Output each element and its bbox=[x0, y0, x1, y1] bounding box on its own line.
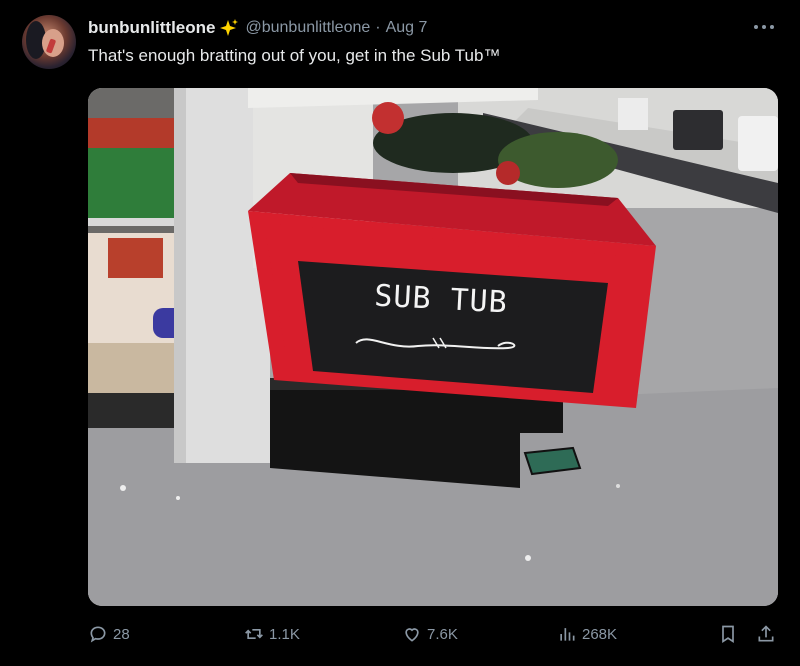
reply-count: 28 bbox=[113, 625, 130, 643]
user-handle[interactable]: @bunbunlittleone bbox=[245, 19, 370, 37]
views-count: 268K bbox=[582, 625, 618, 643]
action-bar: 28 1.1K 7.6K 268K bbox=[0, 620, 800, 650]
views-icon bbox=[560, 628, 575, 641]
repost-icon bbox=[245, 629, 263, 639]
post-text: That's enough bratting out of you, get i… bbox=[88, 46, 501, 65]
separator: · bbox=[375, 19, 381, 36]
sparkle-icon bbox=[220, 19, 239, 36]
reply-button[interactable]: 28 bbox=[88, 624, 130, 644]
bookmark-button[interactable] bbox=[718, 624, 738, 649]
share-icon bbox=[758, 625, 774, 642]
repost-button[interactable]: 1.1K bbox=[244, 624, 300, 644]
reply-icon bbox=[90, 626, 106, 643]
avatar[interactable] bbox=[22, 15, 76, 69]
share-button[interactable] bbox=[756, 624, 776, 649]
repost-count: 1.1K bbox=[269, 625, 300, 643]
display-name[interactable]: bunbunlittleone bbox=[88, 18, 215, 38]
bookmark-icon bbox=[722, 625, 734, 644]
views-button[interactable]: 268K bbox=[557, 624, 617, 644]
post-date[interactable]: Aug 7 bbox=[386, 19, 428, 37]
post-image[interactable]: SUB TUB bbox=[88, 88, 778, 606]
like-button[interactable]: 7.6K bbox=[402, 624, 458, 644]
like-count: 7.6K bbox=[427, 625, 458, 643]
more-icon[interactable] bbox=[752, 20, 776, 34]
like-icon bbox=[405, 628, 419, 642]
photo-scene bbox=[88, 88, 778, 606]
post-header: bunbunlittleone @bunbunlittleone · Aug 7 bbox=[88, 16, 427, 40]
